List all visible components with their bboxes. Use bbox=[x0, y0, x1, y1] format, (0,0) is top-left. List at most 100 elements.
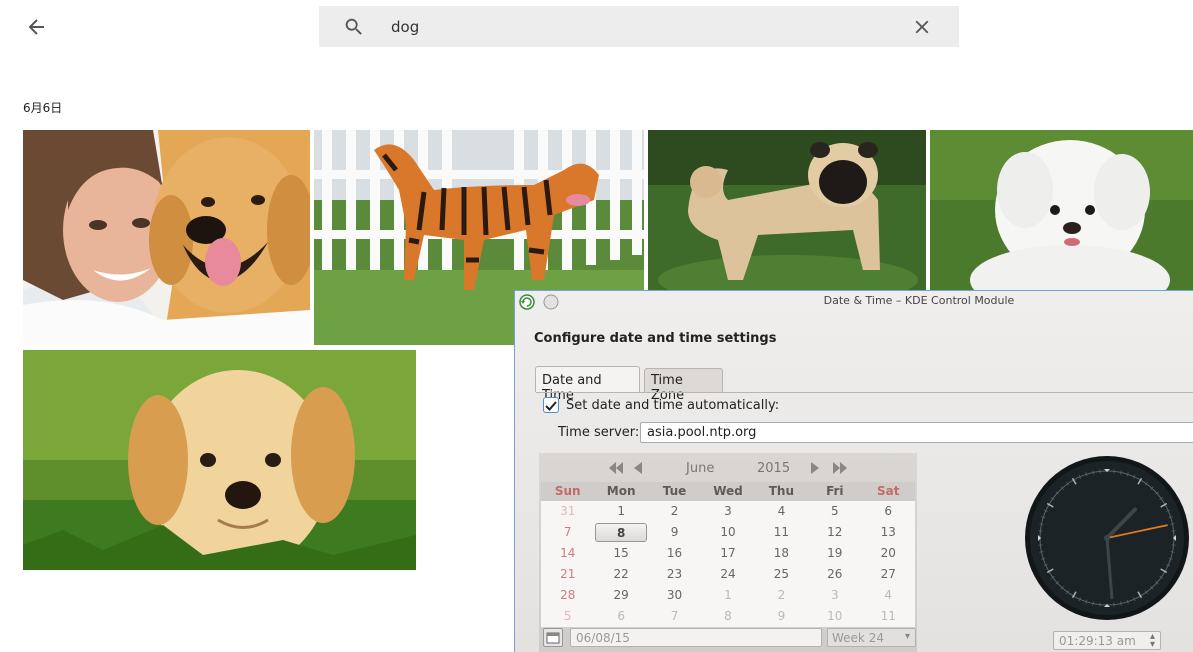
calendar-day[interactable]: 4 bbox=[862, 585, 915, 606]
calendar-day[interactable]: 15 bbox=[594, 543, 647, 564]
close-icon[interactable] bbox=[911, 16, 933, 38]
calendar-day[interactable]: 19 bbox=[808, 543, 861, 564]
back-button[interactable] bbox=[22, 12, 52, 42]
window-title: Date & Time – KDE Control Module bbox=[823, 294, 1015, 307]
calendar-grid: Sun Mon Tue Wed Thu Fri Sat 31 1 2 3 4 5… bbox=[541, 482, 915, 627]
photo-thumbnail bbox=[23, 350, 416, 570]
previous-year-icon[interactable] bbox=[609, 462, 623, 474]
page-heading: Configure date and time settings bbox=[534, 331, 777, 346]
calendar-year[interactable]: 2015 bbox=[757, 461, 790, 476]
calendar-week-row: 28 29 30 1 2 3 4 bbox=[541, 585, 915, 606]
calendar-day[interactable]: 28 bbox=[541, 585, 594, 606]
week-select[interactable]: Week 24 ▾ bbox=[827, 628, 916, 647]
calendar-day[interactable]: 7 bbox=[648, 606, 701, 627]
analog-clock bbox=[1025, 456, 1189, 620]
calendar-day[interactable]: 29 bbox=[594, 585, 647, 606]
photo-white-poodle-puppy[interactable] bbox=[930, 130, 1193, 290]
window-titlebar[interactable]: Date & Time – KDE Control Module bbox=[515, 291, 1193, 312]
photo-thumbnail bbox=[930, 130, 1193, 290]
search-bar[interactable] bbox=[319, 6, 959, 47]
calendar-day[interactable]: 11 bbox=[862, 606, 915, 627]
weekday-label: Fri bbox=[826, 484, 844, 498]
calendar-day[interactable]: 1 bbox=[701, 585, 754, 606]
calendar-day[interactable]: 10 bbox=[701, 522, 754, 543]
search-input[interactable] bbox=[391, 14, 861, 40]
calendar-footer: 06/08/15 Week 24 ▾ bbox=[539, 627, 917, 649]
calendar-day[interactable]: 12 bbox=[808, 522, 861, 543]
next-month-icon[interactable] bbox=[811, 462, 819, 474]
calendar-day[interactable]: 3 bbox=[808, 585, 861, 606]
calendar-day[interactable]: 16 bbox=[648, 543, 701, 564]
time-server-label: Time server: bbox=[558, 425, 640, 440]
calendar-week-row: 5 6 7 8 9 10 11 bbox=[541, 606, 915, 627]
arrow-left-icon bbox=[28, 19, 44, 35]
calendar-day[interactable]: 4 bbox=[755, 501, 808, 522]
photo-woman-with-golden-retriever[interactable] bbox=[23, 130, 310, 345]
calendar-day[interactable]: 1 bbox=[594, 501, 647, 522]
calendar-day[interactable]: 5 bbox=[808, 501, 861, 522]
calendar-week-row: 21 22 23 24 25 26 27 bbox=[541, 564, 915, 585]
weekday-label: Sun bbox=[554, 484, 581, 498]
weekday-label: Sat bbox=[877, 484, 900, 498]
date-input[interactable]: 06/08/15 bbox=[570, 628, 822, 647]
weekday-label: Mon bbox=[606, 484, 636, 498]
calendar-day-selected[interactable]: 8 bbox=[594, 522, 648, 543]
photo-pug[interactable] bbox=[648, 130, 926, 290]
calendar-day[interactable]: 9 bbox=[648, 522, 701, 543]
calendar-day[interactable]: 26 bbox=[808, 564, 861, 585]
selected-day-label: 8 bbox=[595, 523, 648, 542]
calendar-week-row: 14 15 16 17 18 19 20 bbox=[541, 543, 915, 564]
calendar-day[interactable]: 5 bbox=[541, 606, 594, 627]
kde-date-time-window: Date & Time – KDE Control Module Configu… bbox=[514, 290, 1193, 652]
calendar-day[interactable]: 8 bbox=[701, 606, 754, 627]
calendar-day[interactable]: 13 bbox=[862, 522, 915, 543]
calendar-day[interactable]: 6 bbox=[594, 606, 647, 627]
calendar-day[interactable]: 24 bbox=[701, 564, 754, 585]
calendar-day[interactable]: 3 bbox=[701, 501, 754, 522]
photo-thumbnail bbox=[23, 130, 310, 345]
calendar-day[interactable]: 22 bbox=[594, 564, 647, 585]
photo-labrador-puppy-in-grass[interactable] bbox=[23, 350, 416, 570]
tab-time-zone[interactable]: Time Zone bbox=[644, 368, 723, 403]
clock-pin bbox=[1104, 535, 1110, 541]
calendar-day[interactable]: 6 bbox=[862, 501, 915, 522]
weekday-label: Thu bbox=[768, 484, 795, 498]
calendar-day[interactable]: 17 bbox=[701, 543, 754, 564]
calendar-day[interactable]: 9 bbox=[755, 606, 808, 627]
calendar-day[interactable]: 2 bbox=[755, 585, 808, 606]
calendar-day[interactable]: 14 bbox=[541, 543, 594, 564]
previous-month-icon[interactable] bbox=[634, 462, 642, 474]
calendar-icon bbox=[546, 632, 560, 644]
calendar-day[interactable]: 30 bbox=[648, 585, 701, 606]
calendar-day[interactable]: 23 bbox=[648, 564, 701, 585]
spin-arrows-icon: ▴ ▾ bbox=[1149, 631, 1155, 650]
calendar-day[interactable]: 21 bbox=[541, 564, 594, 585]
calendar-day[interactable]: 31 bbox=[541, 501, 594, 522]
calendar-widget: June 2015 Sun Mon Tue Wed Thu Fri Sat 31… bbox=[539, 453, 917, 652]
auto-time-checkbox[interactable] bbox=[543, 397, 559, 413]
time-spinbox[interactable]: 01:29:13 am ▴ ▾ bbox=[1053, 631, 1161, 650]
calendar-day[interactable]: 27 bbox=[862, 564, 915, 585]
time-value: 01:29:13 am bbox=[1059, 634, 1136, 648]
date-picker-button[interactable] bbox=[543, 628, 563, 647]
next-year-icon[interactable] bbox=[833, 462, 847, 474]
calendar-day[interactable]: 10 bbox=[808, 606, 861, 627]
search-icon bbox=[345, 18, 362, 35]
weekday-label: Tue bbox=[662, 484, 687, 498]
calendar-month[interactable]: June bbox=[686, 461, 714, 476]
section-date-label: 6月6日 bbox=[23, 101, 63, 115]
calendar-week-row: 7 8 9 10 11 12 13 bbox=[541, 522, 915, 543]
calendar-day[interactable]: 25 bbox=[755, 564, 808, 585]
week-select-value: Week 24 bbox=[832, 631, 884, 645]
check-icon bbox=[545, 401, 557, 411]
calendar-days: 31 1 2 3 4 5 6 7 8 9 10 11 12 13 14 15 1… bbox=[541, 501, 915, 627]
calendar-day[interactable]: 2 bbox=[648, 501, 701, 522]
calendar-day[interactable]: 20 bbox=[862, 543, 915, 564]
photo-thumbnail bbox=[648, 130, 926, 290]
calendar-day[interactable]: 11 bbox=[755, 522, 808, 543]
calendar-day[interactable]: 7 bbox=[541, 522, 594, 543]
calendar-day[interactable]: 18 bbox=[755, 543, 808, 564]
weekday-header: Sun Mon Tue Wed Thu Fri Sat bbox=[541, 482, 915, 501]
tab-date-and-time[interactable]: Date and Time bbox=[535, 366, 640, 403]
time-server-field[interactable]: asia.pool.ntp.org bbox=[640, 422, 1193, 443]
